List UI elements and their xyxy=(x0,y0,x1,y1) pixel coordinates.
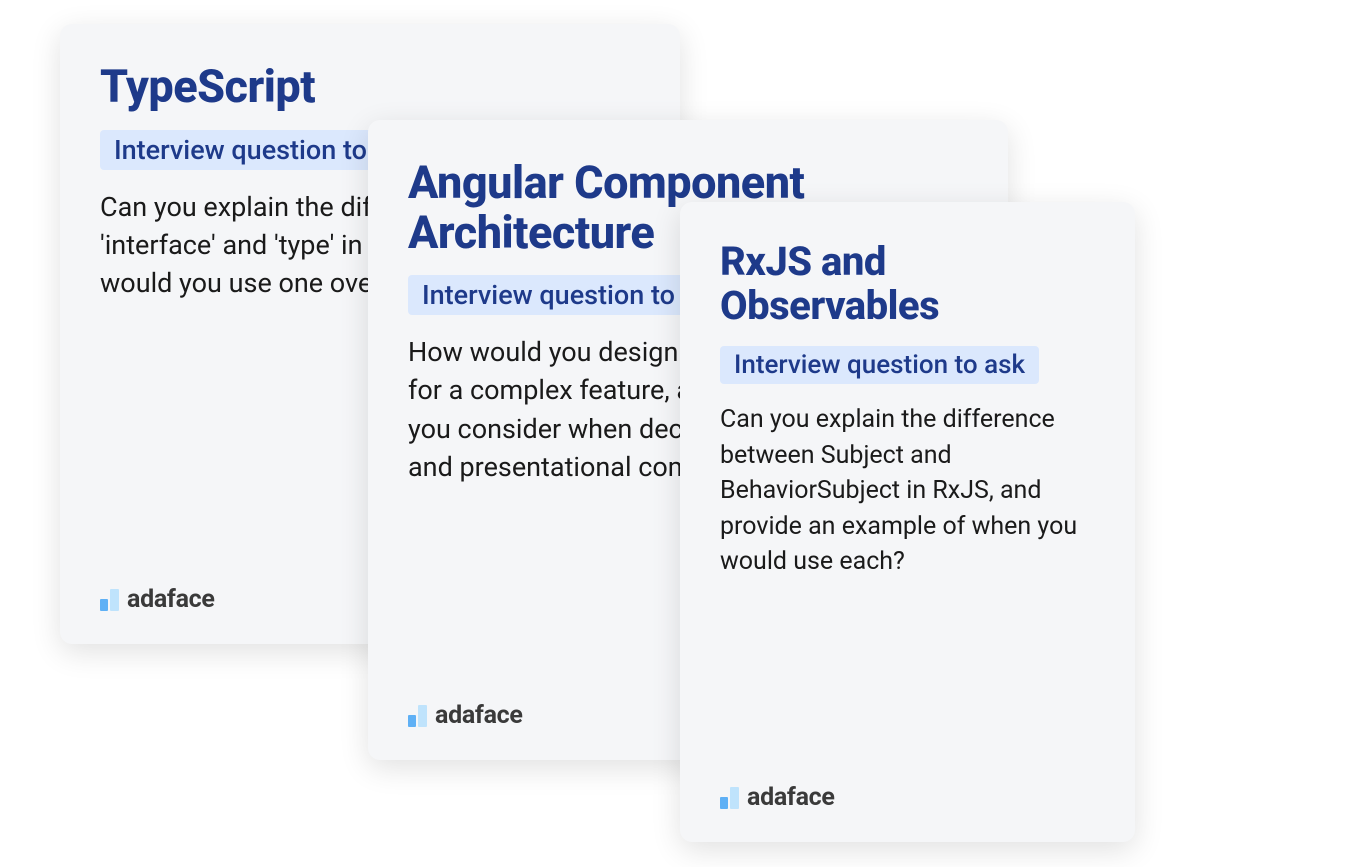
interview-badge: Interview question to ask xyxy=(720,346,1039,384)
interview-card-rxjs: RxJS and Observables Interview question … xyxy=(680,202,1135,842)
brand-name: adaface xyxy=(747,783,835,812)
brand-name: adaface xyxy=(435,701,523,730)
card-title: TypeScript xyxy=(100,62,640,112)
brand-logo: adaface xyxy=(408,701,523,730)
brand-logo: adaface xyxy=(720,783,835,812)
brand-logo: adaface xyxy=(100,585,215,614)
adaface-icon xyxy=(100,589,119,611)
adaface-icon xyxy=(720,787,739,809)
card-title: RxJS and Observables xyxy=(720,240,1095,328)
adaface-icon xyxy=(408,705,427,727)
brand-name: adaface xyxy=(127,585,215,614)
card-body: Can you explain the difference between S… xyxy=(720,402,1095,580)
